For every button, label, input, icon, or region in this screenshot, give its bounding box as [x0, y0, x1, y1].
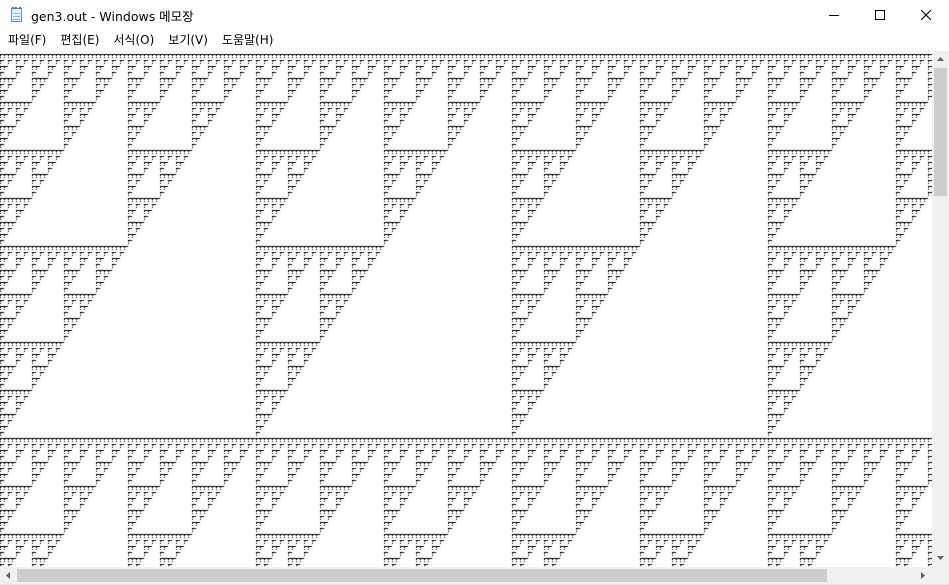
scrollbar-corner — [932, 567, 949, 584]
menu-file[interactable]: 파일(F) — [0, 30, 53, 50]
horizontal-scroll-thumb[interactable] — [17, 569, 827, 582]
scroll-right-button[interactable] — [915, 567, 932, 584]
close-button[interactable] — [903, 0, 949, 30]
window-title: gen3.out - Windows 메모장 — [31, 8, 194, 24]
menu-edit[interactable]: 편집(E) — [53, 30, 106, 50]
scroll-down-icon — [937, 556, 944, 560]
menu-bar: 파일(F) 편집(E) 서식(O) 보기(V) 도움말(H) — [0, 30, 949, 50]
vertical-scrollbar[interactable] — [932, 51, 949, 567]
scroll-up-icon — [937, 57, 944, 61]
scroll-left-button[interactable] — [0, 567, 17, 584]
scroll-left-icon — [6, 572, 10, 579]
menu-help[interactable]: 도움말(H) — [215, 30, 281, 50]
sierpinski-text-pattern — [0, 52, 932, 568]
notepad-icon — [9, 7, 25, 23]
menu-view[interactable]: 보기(V) — [161, 30, 215, 50]
maximize-button[interactable] — [857, 0, 903, 30]
scroll-down-button[interactable] — [932, 550, 949, 567]
minimize-icon — [829, 15, 839, 16]
scroll-up-button[interactable] — [932, 51, 949, 68]
maximize-icon — [875, 10, 885, 20]
window-controls — [811, 0, 949, 30]
scroll-right-icon — [921, 572, 925, 579]
horizontal-scrollbar[interactable] — [0, 567, 932, 584]
close-icon — [921, 10, 931, 20]
vertical-scroll-thumb[interactable] — [934, 68, 947, 196]
title-bar[interactable]: gen3.out - Windows 메모장 — [0, 0, 949, 30]
text-editor-area[interactable] — [0, 51, 932, 568]
minimize-button[interactable] — [811, 0, 857, 30]
menu-format[interactable]: 서식(O) — [106, 30, 161, 50]
